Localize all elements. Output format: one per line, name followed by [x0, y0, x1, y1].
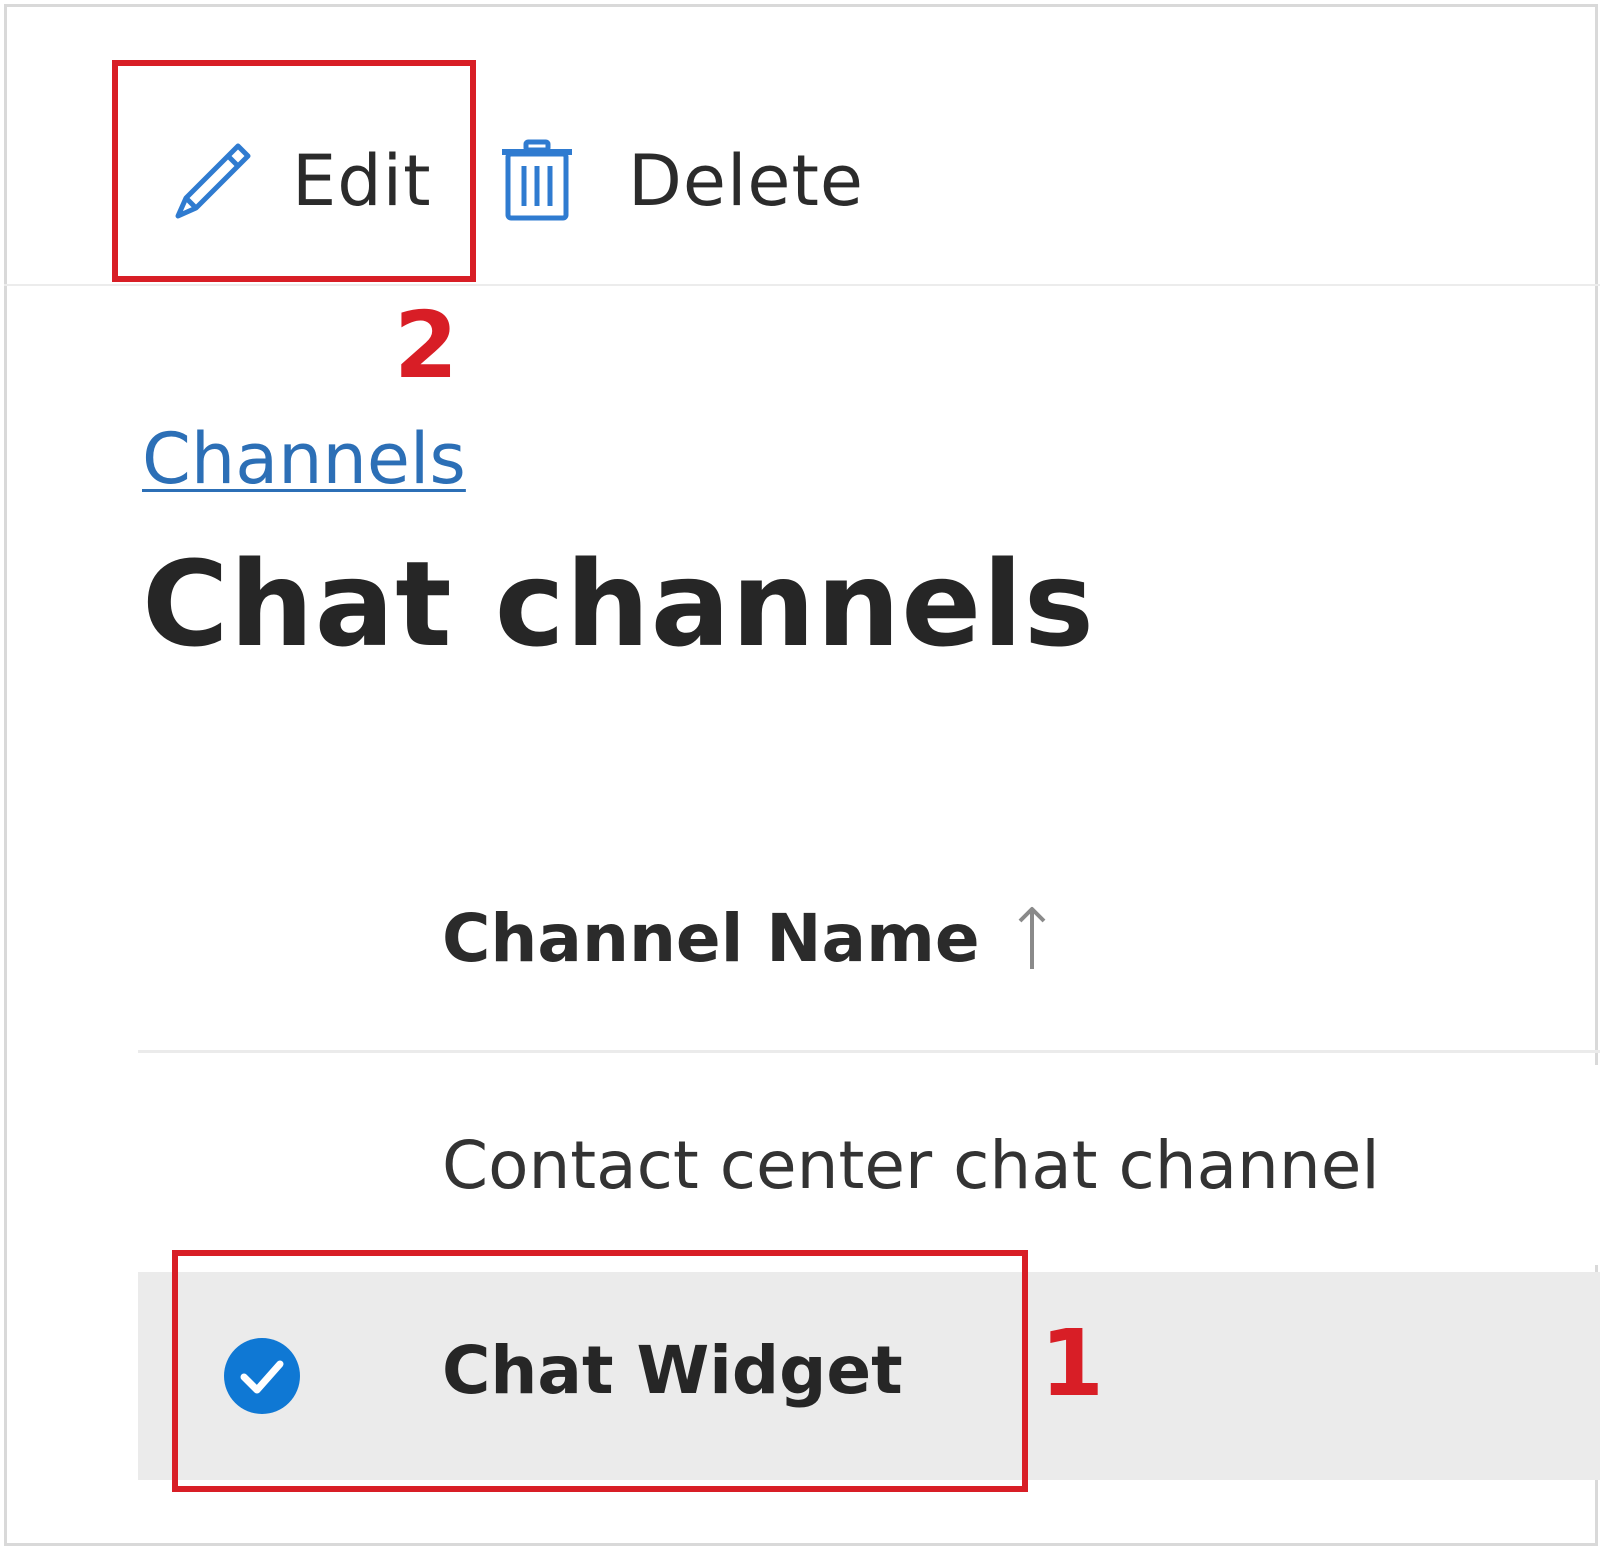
- row-channel-name: Contact center chat channel: [442, 1127, 1380, 1204]
- column-header-label: Channel Name: [442, 900, 980, 977]
- annotation-number-2: 2: [394, 292, 459, 399]
- column-header-channel-name[interactable]: Channel Name: [442, 900, 1050, 977]
- sort-ascending-icon: [1014, 903, 1050, 975]
- table-header-divider: [138, 1050, 1600, 1053]
- table-row[interactable]: Contact center chat channel: [138, 1065, 1600, 1265]
- trash-icon: [494, 138, 580, 224]
- annotation-box-row: [172, 1250, 1028, 1492]
- delete-button[interactable]: Delete: [494, 126, 864, 236]
- toolbar-divider: [4, 284, 1600, 286]
- delete-label: Delete: [628, 140, 864, 222]
- annotation-box-edit: [112, 60, 476, 282]
- breadcrumb-channels-link[interactable]: Channels: [142, 418, 466, 500]
- page-title: Chat channels: [142, 535, 1096, 673]
- annotation-number-1: 1: [1040, 1310, 1105, 1417]
